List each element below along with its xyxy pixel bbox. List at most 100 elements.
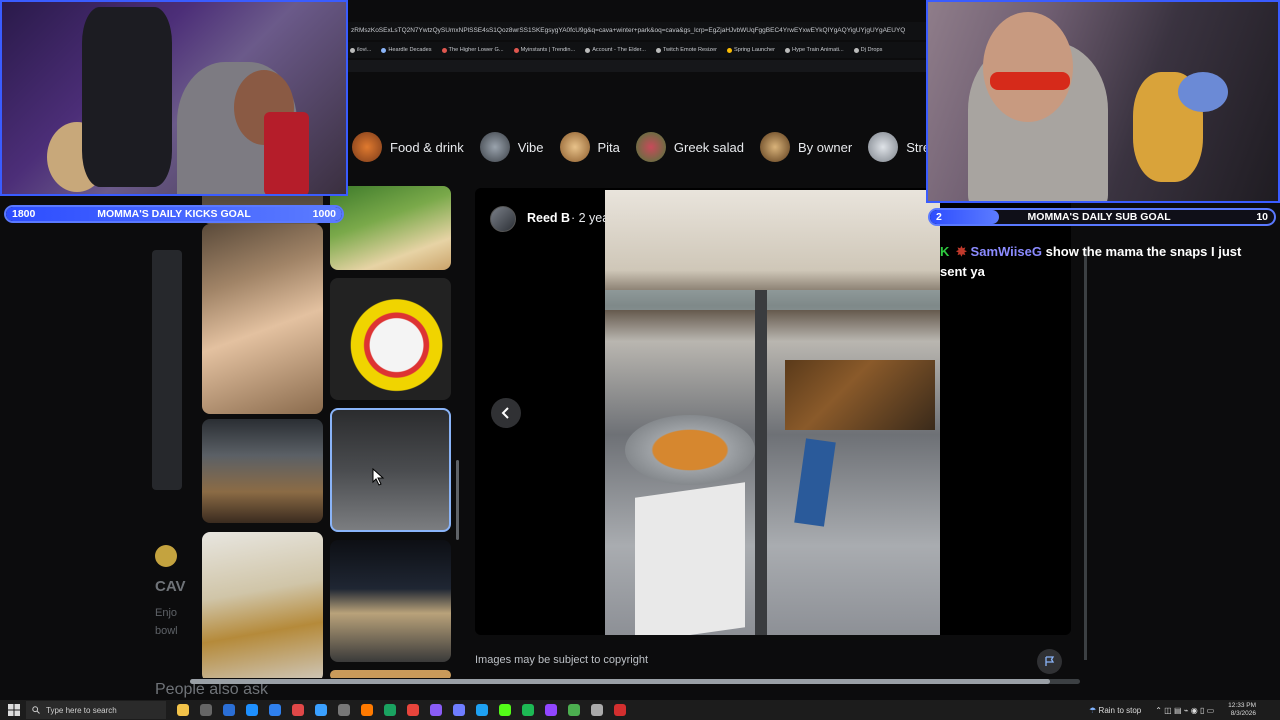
discord-icon[interactable] [453, 704, 465, 716]
web-icon [655, 47, 661, 53]
webcam-right [926, 0, 1280, 203]
web-icon [441, 47, 447, 53]
web-icon [585, 47, 591, 53]
plush-toy-shape [1178, 72, 1228, 112]
flag-icon [1044, 656, 1054, 666]
bookmark-item[interactable]: Myinstants | Trendin... [513, 47, 575, 53]
kick-badge-icon: K [940, 244, 950, 259]
chip-label: Street [906, 139, 926, 155]
app-icon[interactable] [223, 704, 235, 716]
chrome-icon[interactable] [407, 704, 419, 716]
search-icon [32, 706, 40, 714]
clock[interactable]: 12:33 PM 8/3/2026 [1228, 702, 1256, 718]
chip-by-owner[interactable]: By owner [760, 130, 858, 164]
chevron-left-icon [501, 407, 509, 419]
horizontal-scrollbar-thumb[interactable] [190, 679, 1050, 684]
image-thumbnail[interactable] [330, 278, 451, 400]
bookmark-item[interactable]: ilovi... [350, 47, 371, 53]
image-thumbnail[interactable] [330, 670, 451, 678]
weather-icon: ☂ [1089, 705, 1097, 715]
sunglasses-shape [990, 72, 1070, 90]
bookmark-item[interactable]: Dj Drops [853, 47, 882, 53]
app-icon[interactable] [338, 704, 350, 716]
chip-pita[interactable]: Pita [559, 130, 626, 164]
task-view-icon[interactable] [200, 704, 212, 716]
image-thumbnail-selected[interactable] [330, 408, 451, 532]
image-thumbnail[interactable] [202, 224, 323, 414]
face-shape [983, 12, 1073, 122]
mouse-cursor-icon [372, 468, 385, 486]
web-icon [350, 47, 355, 53]
wolf-badge-icon: ✸ [956, 244, 967, 259]
app-icon[interactable] [591, 704, 603, 716]
sneeze-guard [605, 290, 940, 310]
kicks-goal-bar: 1800 MOMMA'S DAILY KICKS GOAL 1000 [4, 205, 344, 223]
app-icon[interactable] [499, 704, 511, 716]
system-tray: ☂ Rain to stop ⌃ ◫ ▤ ⌁ ◉ ▯ ▭ 12:33 PM 8/… [1089, 700, 1256, 720]
taskbar-search[interactable]: Type here to search [26, 701, 166, 719]
app-icon[interactable] [614, 704, 626, 716]
goal-title: MOMMA'S DAILY KICKS GOAL [97, 208, 251, 220]
app-icon[interactable] [246, 704, 258, 716]
app-icon[interactable] [361, 704, 373, 716]
goal-title: MOMMA'S DAILY SUB GOAL [1027, 211, 1171, 223]
bookmark-item[interactable]: Account - The Elder... [585, 47, 646, 53]
web-icon [513, 47, 519, 53]
chip-label: Greek salad [673, 139, 744, 155]
chip-food-drink[interactable]: Food & drink [352, 130, 470, 164]
chip-thumbnail [559, 132, 590, 162]
chip-label: Food & drink [390, 139, 464, 155]
bookmark-item[interactable]: Heardle Decades [381, 47, 432, 53]
bookmark-item[interactable]: The Higher Lower G... [441, 47, 504, 53]
windows-start-icon[interactable] [8, 704, 20, 716]
app-icon[interactable] [545, 704, 557, 716]
image-thumbnail[interactable] [330, 540, 451, 662]
bookmark-item[interactable]: Hype Train Animati... [785, 47, 844, 53]
bookmark-item[interactable]: Twitch Emote Resizer [655, 47, 717, 53]
image-thumbnail[interactable] [330, 186, 451, 270]
app-icon[interactable] [269, 704, 281, 716]
chip-street[interactable]: Street [868, 130, 926, 164]
menu-card [635, 482, 745, 635]
web-icon [381, 47, 387, 53]
chip-thumbnail [479, 132, 510, 162]
web-icon [726, 47, 732, 53]
bookmark-item[interactable]: Spring Launcher [726, 47, 775, 53]
chip-vibe[interactable]: Vibe [479, 130, 550, 164]
app-icon[interactable] [292, 704, 304, 716]
avatar[interactable] [490, 206, 516, 232]
report-button[interactable] [1037, 649, 1062, 674]
sub-goal-bar: 2 MOMMA'S DAILY SUB GOAL 10 [928, 208, 1276, 226]
image-thumbnail[interactable] [202, 419, 323, 523]
goal-current: 1800 [12, 208, 36, 220]
chrome-icon[interactable] [384, 704, 396, 716]
address-bar[interactable]: zRMszKoSExLsTQ2N7YwtzQySUmxNPlSSE4sS1Qoz… [348, 22, 926, 40]
weather-widget[interactable]: ☂ Rain to stop [1089, 706, 1141, 715]
taskbar: Type here to search ☂ Rain to stop ⌃ ◫ ▤… [0, 700, 1280, 720]
panel-divider [1084, 250, 1087, 660]
chip-greek-salad[interactable]: Greek salad [635, 130, 750, 164]
app-icon[interactable] [177, 704, 189, 716]
app-icon[interactable] [315, 704, 327, 716]
tray-icons[interactable]: ⌃ ◫ ▤ ⌁ ◉ ▯ ▭ [1155, 706, 1214, 715]
previous-image-button[interactable] [491, 398, 521, 428]
app-icon[interactable] [430, 704, 442, 716]
app-icon[interactable] [568, 704, 580, 716]
chips-bowl [625, 415, 755, 485]
app-icon[interactable] [476, 704, 488, 716]
spotify-icon[interactable] [522, 704, 534, 716]
main-photo [605, 190, 940, 635]
chair-shape [82, 7, 172, 187]
background-result-title: CAV [155, 578, 186, 595]
tab-strip-shadow [348, 60, 926, 72]
snippet-line: Enjo [155, 607, 178, 619]
glass-post [755, 290, 767, 635]
chat-username: SamWiiseG [970, 244, 1042, 259]
goal-target: 10 [1256, 211, 1268, 223]
web-icon [785, 47, 791, 53]
image-thumbnail[interactable] [202, 532, 323, 678]
weather-text: Rain to stop [1098, 705, 1142, 715]
author-name[interactable]: Reed B [527, 211, 570, 225]
grid-scrollbar[interactable] [456, 460, 459, 540]
chip-thumbnail [760, 132, 790, 162]
